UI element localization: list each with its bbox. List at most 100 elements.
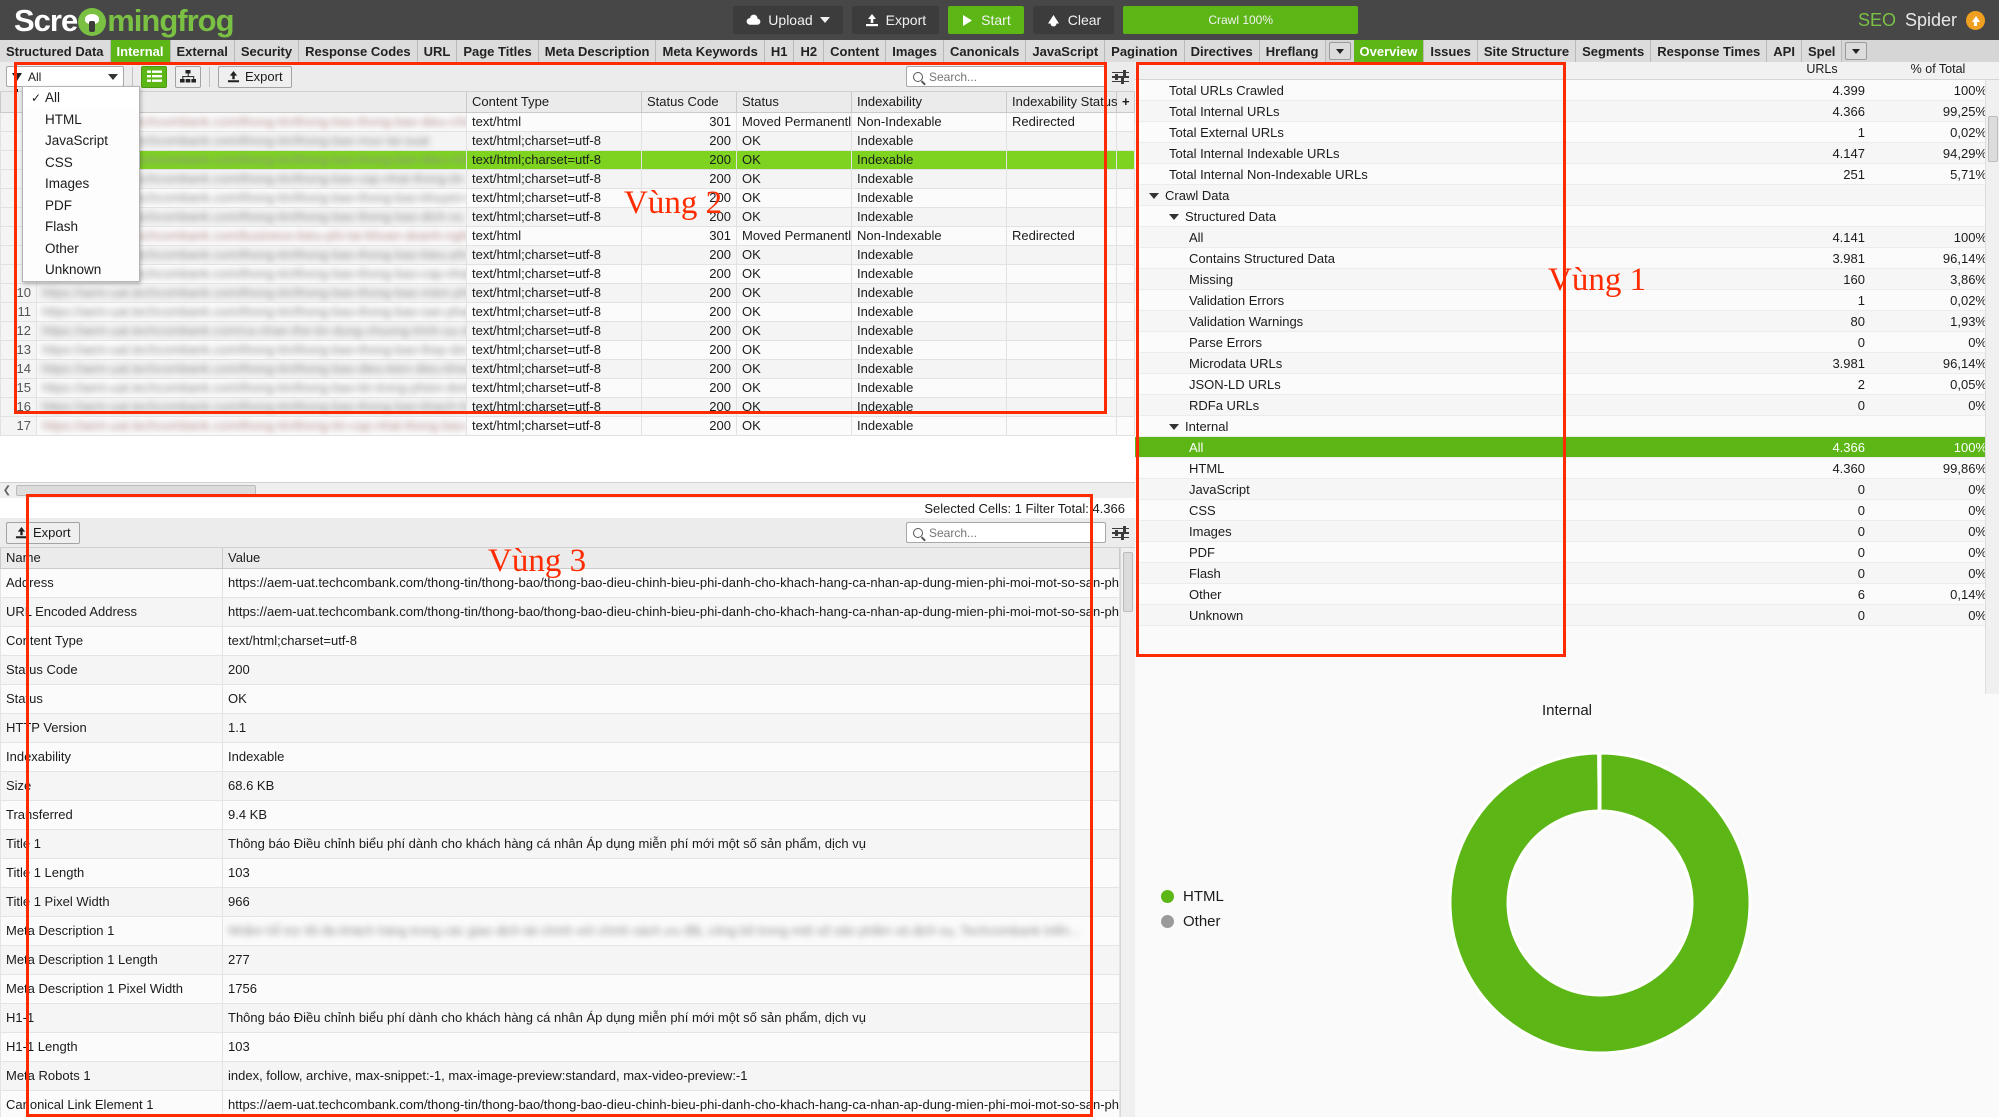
detail-row[interactable]: Meta Description 1 Length277 bbox=[1, 945, 1120, 974]
tab-content[interactable]: Content bbox=[824, 40, 886, 62]
detail-row[interactable]: HTTP Version1.1 bbox=[1, 713, 1120, 742]
content-type-cell[interactable]: text/html;charset=utf-8 bbox=[467, 264, 642, 283]
tab-external[interactable]: External bbox=[171, 40, 235, 62]
address-cell[interactable]: https://aem-uat.techcombank.com/thong-ti… bbox=[37, 397, 467, 416]
indexability-status-cell[interactable] bbox=[1007, 283, 1117, 302]
tab-response-codes[interactable]: Response Codes bbox=[299, 40, 417, 62]
list-view-button[interactable] bbox=[141, 66, 167, 88]
tab-directives[interactable]: Directives bbox=[1185, 40, 1260, 62]
overview-row[interactable]: PDF00% bbox=[1135, 542, 1999, 563]
overview-row[interactable]: Missing1603,86% bbox=[1135, 269, 1999, 290]
status-code-cell[interactable]: 200 bbox=[642, 283, 737, 302]
overview-row[interactable]: Total URLs Crawled4.399100% bbox=[1135, 80, 1999, 101]
detail-value-cell[interactable]: 9.4 KB bbox=[223, 800, 1120, 829]
twisty-down-icon[interactable] bbox=[1169, 424, 1179, 430]
indexability-cell[interactable]: Indexable bbox=[852, 321, 1007, 340]
status-cell[interactable]: OK bbox=[737, 207, 852, 226]
row-index[interactable]: 16 bbox=[1, 397, 37, 416]
status-code-cell[interactable]: 200 bbox=[642, 416, 737, 435]
detail-search-box[interactable] bbox=[906, 522, 1106, 543]
export-button-grid[interactable]: Export bbox=[218, 66, 292, 88]
indexability-status-cell[interactable] bbox=[1007, 340, 1117, 359]
overview-row[interactable]: Internal bbox=[1135, 416, 1999, 437]
detail-row[interactable]: H1-1 Length103 bbox=[1, 1032, 1120, 1061]
address-cell[interactable]: https://aem-uat.techcombank.com/thong-ti… bbox=[37, 416, 467, 435]
tab-canonicals[interactable]: Canonicals bbox=[944, 40, 1026, 62]
content-type-cell[interactable]: text/html bbox=[467, 226, 642, 245]
tab-spel[interactable]: Spel bbox=[1802, 40, 1842, 62]
table-row[interactable]: 16https://aem-uat.techcombank.com/thong-… bbox=[1, 397, 1135, 416]
overview-row[interactable]: Total Internal Non-Indexable URLs2515,71… bbox=[1135, 164, 1999, 185]
filter-option-all[interactable]: ✓All bbox=[23, 87, 139, 109]
overview-row[interactable]: Images00% bbox=[1135, 521, 1999, 542]
content-type-cell[interactable]: text/html;charset=utf-8 bbox=[467, 283, 642, 302]
row-index[interactable]: 13 bbox=[1, 340, 37, 359]
detail-value-cell[interactable]: 966 bbox=[223, 887, 1120, 916]
overview-row[interactable]: Validation Errors10,02% bbox=[1135, 290, 1999, 311]
filter-option-images[interactable]: Images bbox=[23, 173, 139, 195]
row-index[interactable]: 14 bbox=[1, 359, 37, 378]
tab-h1[interactable]: H1 bbox=[765, 40, 795, 62]
overview-row[interactable]: Parse Errors00% bbox=[1135, 332, 1999, 353]
tab-segments[interactable]: Segments bbox=[1576, 40, 1651, 62]
detail-row[interactable]: Addresshttps://aem-uat.techcombank.com/t… bbox=[1, 568, 1120, 597]
indexability-status-cell[interactable] bbox=[1007, 397, 1117, 416]
table-row[interactable]: 15https://aem-uat.techcombank.com/thong-… bbox=[1, 378, 1135, 397]
detail-row[interactable]: H1-1Thông báo Điều chỉnh biểu phí dành c… bbox=[1, 1003, 1120, 1032]
status-code-cell[interactable]: 200 bbox=[642, 207, 737, 226]
detail-row[interactable]: Meta Description 1 Pixel Width1756 bbox=[1, 974, 1120, 1003]
indexability-cell[interactable]: Indexable bbox=[852, 150, 1007, 169]
table-row[interactable]: 4https://aem-uat.techcombank.com/thong-t… bbox=[1, 169, 1135, 188]
status-code-cell[interactable]: 200 bbox=[642, 378, 737, 397]
status-code-cell[interactable]: 200 bbox=[642, 131, 737, 150]
column-header-indexability[interactable]: Indexability bbox=[852, 92, 1007, 112]
table-row[interactable]: 7https://aem-uat.techcombank.com/busines… bbox=[1, 226, 1135, 245]
status-code-cell[interactable]: 200 bbox=[642, 150, 737, 169]
indexability-status-cell[interactable] bbox=[1007, 416, 1117, 435]
legend-item-other[interactable]: Other bbox=[1161, 913, 1224, 930]
status-cell[interactable]: OK bbox=[737, 340, 852, 359]
filter-option-javascript[interactable]: JavaScript bbox=[23, 130, 139, 152]
content-type-cell[interactable]: text/html;charset=utf-8 bbox=[467, 359, 642, 378]
scroll-thumb[interactable] bbox=[1988, 116, 1998, 162]
status-code-cell[interactable]: 200 bbox=[642, 302, 737, 321]
table-row[interactable]: 17https://aem-uat.techcombank.com/thong-… bbox=[1, 416, 1135, 435]
detail-value-cell[interactable]: Nhằm hỗ trợ tối đa khách hàng trong các … bbox=[223, 916, 1120, 945]
tab-issues[interactable]: Issues bbox=[1424, 40, 1477, 62]
tab-security[interactable]: Security bbox=[235, 40, 299, 62]
tab-internal[interactable]: Internal bbox=[111, 40, 171, 62]
table-row[interactable]: 2https://aem-uat.techcombank.com/thong-t… bbox=[1, 131, 1135, 150]
detail-row[interactable]: Transferred9.4 KB bbox=[1, 800, 1120, 829]
status-cell[interactable]: OK bbox=[737, 283, 852, 302]
status-code-cell[interactable]: 301 bbox=[642, 112, 737, 131]
status-cell[interactable]: OK bbox=[737, 131, 852, 150]
status-code-cell[interactable]: 200 bbox=[642, 321, 737, 340]
tab-h2[interactable]: H2 bbox=[794, 40, 824, 62]
overview-row[interactable]: Microdata URLs3.98196,14% bbox=[1135, 353, 1999, 374]
detail-value-cell[interactable]: OK bbox=[223, 684, 1120, 713]
status-code-cell[interactable]: 200 bbox=[642, 359, 737, 378]
grid-search-input[interactable] bbox=[929, 70, 1099, 84]
row-spacer[interactable] bbox=[1117, 340, 1135, 359]
content-type-cell[interactable]: text/html;charset=utf-8 bbox=[467, 245, 642, 264]
detail-row[interactable]: Status Code200 bbox=[1, 655, 1120, 684]
overview-row[interactable]: All4.366100% bbox=[1135, 437, 1999, 458]
detail-value-cell[interactable]: 1756 bbox=[223, 974, 1120, 1003]
row-index[interactable]: 15 bbox=[1, 378, 37, 397]
detail-row[interactable]: URL Encoded Addresshttps://aem-uat.techc… bbox=[1, 597, 1120, 626]
table-row[interactable]: 9https://aem-uat.techcombank.com/thong-t… bbox=[1, 264, 1135, 283]
indexability-cell[interactable]: Indexable bbox=[852, 207, 1007, 226]
row-spacer[interactable] bbox=[1117, 416, 1135, 435]
overview-row[interactable]: Unknown00% bbox=[1135, 605, 1999, 626]
row-spacer[interactable] bbox=[1117, 112, 1135, 131]
indexability-cell[interactable]: Indexable bbox=[852, 397, 1007, 416]
detail-value-cell[interactable]: https://aem-uat.techcombank.com/thong-ti… bbox=[223, 597, 1120, 626]
legend-item-html[interactable]: HTML bbox=[1161, 888, 1224, 905]
tab-url[interactable]: URL bbox=[418, 40, 458, 62]
row-spacer[interactable] bbox=[1117, 397, 1135, 416]
status-cell[interactable]: OK bbox=[737, 302, 852, 321]
detail-value-cell[interactable]: 68.6 KB bbox=[223, 771, 1120, 800]
tab-structured-data[interactable]: Structured Data bbox=[0, 40, 111, 62]
indexability-status-cell[interactable] bbox=[1007, 264, 1117, 283]
indexability-status-cell[interactable] bbox=[1007, 321, 1117, 340]
